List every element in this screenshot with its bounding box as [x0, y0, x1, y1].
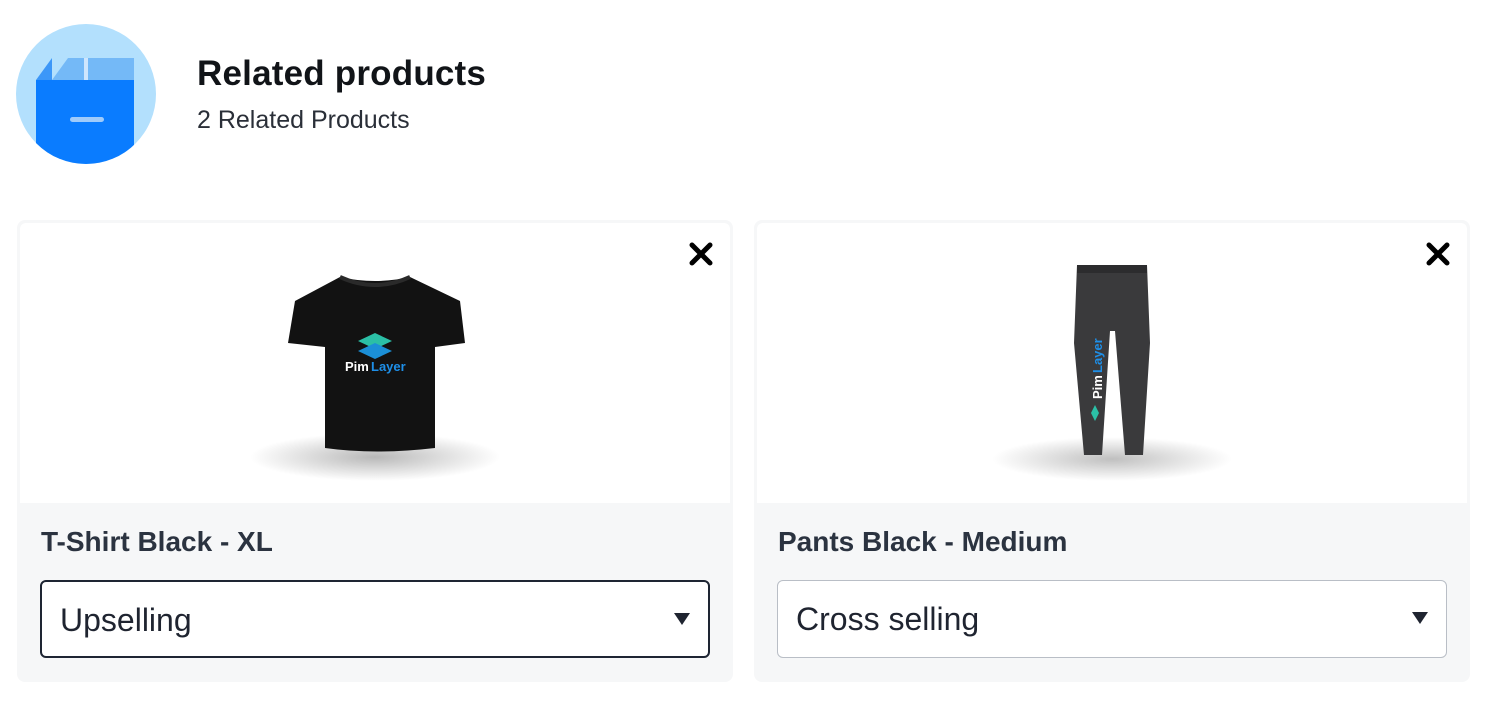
relation-type-value: Cross selling — [796, 601, 980, 637]
page-title: Related products — [197, 54, 487, 93]
product-card-pants: Pim Layer Pants Black - Medium Cross sel… — [754, 220, 1470, 682]
related-products-header: Related products 2 Related Products — [16, 24, 816, 164]
caret-down-icon — [674, 613, 690, 625]
remove-product-button[interactable] — [1424, 240, 1452, 268]
product-card-tshirt: Pim Layer T-Shirt Black - XL Upselling — [17, 220, 733, 682]
header-text: Related products 2 Related Products — [197, 54, 486, 135]
remove-product-button[interactable] — [687, 240, 715, 268]
close-icon — [689, 242, 713, 266]
svg-text:Layer: Layer — [371, 359, 406, 374]
product-name: Pants Black - Medium — [778, 526, 1068, 557]
caret-down-icon — [1412, 612, 1428, 624]
relation-type-value: Upselling — [60, 602, 192, 638]
svg-text:Layer: Layer — [1090, 338, 1105, 373]
related-count: 2 Related Products — [197, 106, 410, 134]
box-icon — [16, 24, 156, 164]
product-name: T-Shirt Black - XL — [41, 526, 273, 557]
svg-text:Pim: Pim — [1090, 375, 1105, 399]
relation-type-select[interactable]: Upselling — [40, 580, 710, 658]
tshirt-image: Pim Layer — [20, 223, 730, 503]
relation-type-select[interactable]: Cross selling — [777, 580, 1447, 658]
pants-image: Pim Layer — [757, 223, 1467, 503]
svg-text:Pim: Pim — [345, 359, 369, 374]
close-icon — [1426, 242, 1450, 266]
